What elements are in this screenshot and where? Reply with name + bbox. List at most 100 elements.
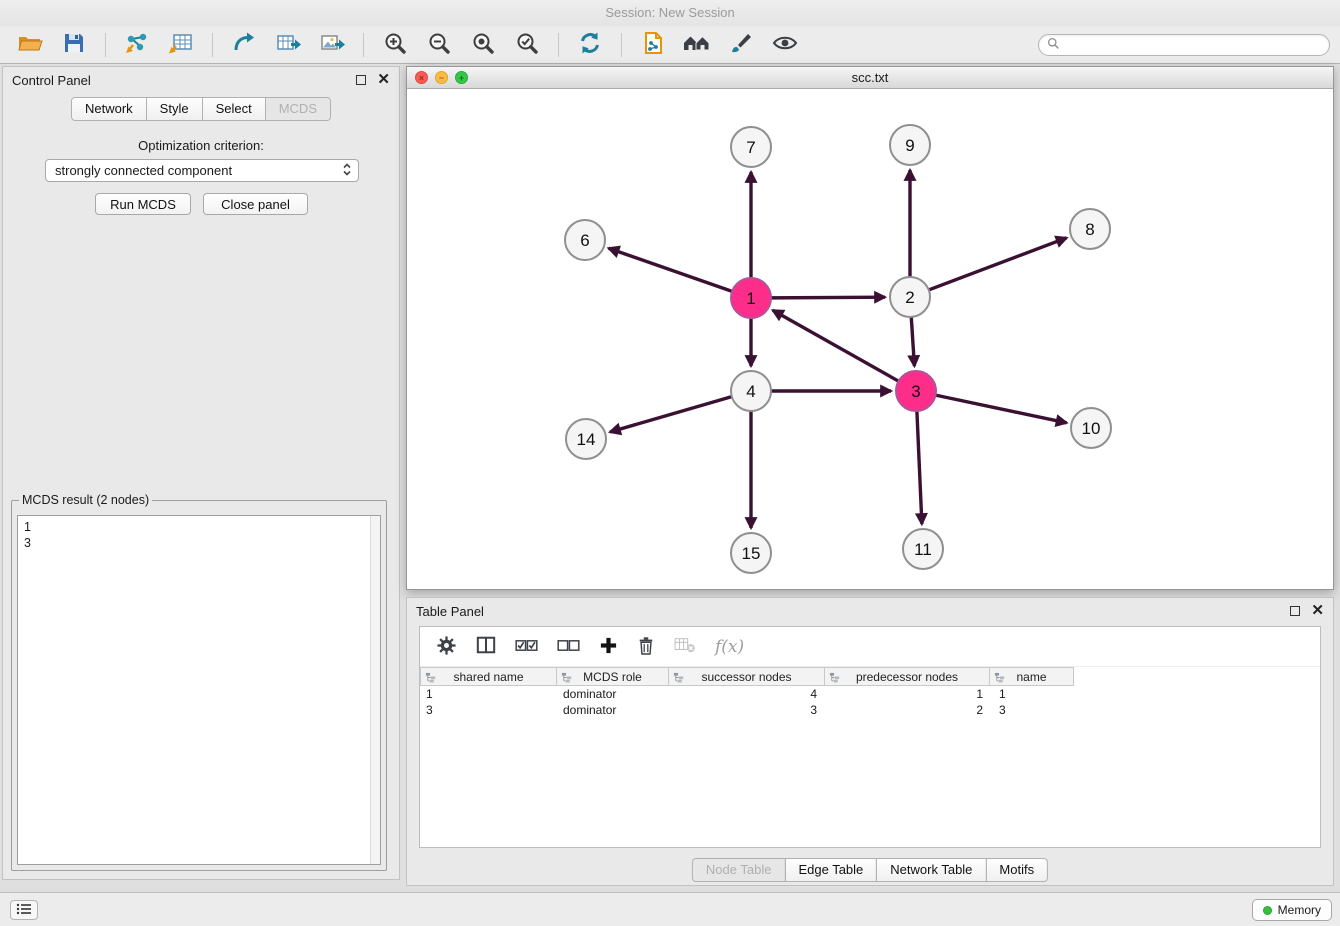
run-mcds-button[interactable]: Run MCDS — [95, 193, 191, 215]
column-header-name[interactable]: name — [989, 667, 1074, 686]
control-panel-title: Control Panel — [12, 73, 91, 88]
tab-network-table[interactable]: Network Table — [876, 858, 986, 882]
table-row[interactable]: 3dominator323 — [420, 702, 1320, 718]
table-cell[interactable]: 1 — [420, 686, 557, 702]
zoom-fit-button[interactable] — [463, 29, 503, 61]
close-panel-button[interactable]: Close panel — [203, 193, 308, 215]
open-file-button[interactable] — [10, 29, 50, 61]
graph-node-10[interactable]: 10 — [1071, 408, 1111, 448]
graph-node-15[interactable]: 15 — [731, 533, 771, 573]
network-document-button[interactable] — [633, 29, 673, 61]
close-panel-icon[interactable]: ✕ — [377, 74, 390, 86]
table-cell[interactable]: 2 — [827, 702, 993, 718]
tab-motifs[interactable]: Motifs — [985, 858, 1048, 882]
function-builder-button[interactable]: f(x) — [715, 637, 744, 657]
minimize-window-icon[interactable]: − — [435, 71, 448, 84]
tab-edge-table[interactable]: Edge Table — [784, 858, 877, 882]
save-icon — [62, 31, 86, 58]
select-all-columns-button[interactable] — [515, 638, 538, 656]
edge-1-2[interactable] — [771, 297, 885, 298]
float-panel-icon[interactable] — [356, 75, 366, 85]
houses-icon — [682, 31, 712, 58]
new-network-from-selection-button[interactable] — [224, 29, 264, 61]
delete-table-button[interactable] — [674, 636, 696, 657]
table-cell[interactable]: 4 — [670, 686, 827, 702]
graph-node-4[interactable]: 4 — [731, 371, 771, 411]
graph-node-14[interactable]: 14 — [566, 419, 606, 459]
edge-3-1[interactable] — [773, 310, 899, 381]
network-view-window: × − + scc.txt 7 9 6 8 1 2 4 3 14 10 15 11 — [406, 66, 1334, 590]
table-cell[interactable]: 3 — [420, 702, 557, 718]
refresh-layout-button[interactable] — [570, 29, 610, 61]
settings-gear-button[interactable] — [436, 635, 457, 659]
edge-4-14[interactable] — [610, 397, 732, 432]
show-panels-button[interactable] — [10, 900, 38, 920]
edge-2-3[interactable] — [911, 317, 914, 366]
close-window-icon[interactable]: × — [415, 71, 428, 84]
export-image-button[interactable] — [312, 29, 352, 61]
edge-1-6[interactable] — [609, 248, 733, 291]
column-header-predecessor-nodes[interactable]: predecessor nodes — [824, 667, 990, 686]
show-details-button[interactable] — [765, 29, 805, 61]
control-panel-tabs: NetworkStyleSelectMCDS — [3, 97, 399, 121]
table-cell[interactable]: 3 — [993, 702, 1078, 718]
tab-network[interactable]: Network — [71, 97, 147, 121]
zoom-window-icon[interactable]: + — [455, 71, 468, 84]
edge-2-8[interactable] — [929, 238, 1067, 290]
zoom-out-button[interactable] — [419, 29, 459, 61]
optimization-dropdown[interactable]: strongly connected component — [45, 159, 359, 182]
tab-node-table[interactable]: Node Table — [692, 858, 786, 882]
edge-3-11[interactable] — [917, 411, 922, 524]
svg-text:14: 14 — [577, 430, 596, 449]
graph-node-3[interactable]: 3 — [896, 371, 936, 411]
memory-button[interactable]: Memory — [1252, 899, 1332, 921]
network-canvas[interactable]: 7 9 6 8 1 2 4 3 14 10 15 11 — [407, 89, 1333, 589]
close-table-panel-icon[interactable]: ✕ — [1311, 605, 1324, 617]
zoom-in-button[interactable] — [375, 29, 415, 61]
graph-node-11[interactable]: 11 — [903, 529, 943, 569]
graph-node-2[interactable]: 2 — [890, 277, 930, 317]
column-header-label: predecessor nodes — [856, 670, 958, 684]
svg-text:4: 4 — [746, 382, 755, 401]
table-cell[interactable]: dominator — [557, 686, 670, 702]
tab-select[interactable]: Select — [202, 97, 266, 121]
show-columns-button[interactable] — [476, 635, 496, 658]
tab-mcds[interactable]: MCDS — [265, 97, 331, 121]
save-session-button[interactable] — [54, 29, 94, 61]
float-table-panel-icon[interactable] — [1290, 606, 1300, 616]
add-column-button[interactable] — [599, 636, 618, 658]
result-scrollbar[interactable] — [370, 516, 380, 864]
graph-node-8[interactable]: 8 — [1070, 209, 1110, 249]
table-row[interactable]: 1dominator411 — [420, 686, 1320, 702]
column-header-successor-nodes[interactable]: successor nodes — [668, 667, 825, 686]
network-window-titlebar[interactable]: × − + scc.txt — [407, 67, 1333, 89]
style-brush-button[interactable] — [721, 29, 761, 61]
graph-node-9[interactable]: 9 — [890, 125, 930, 165]
deselect-all-columns-button[interactable] — [557, 638, 580, 656]
search-input[interactable] — [1065, 38, 1321, 52]
table-cell[interactable]: 1 — [993, 686, 1078, 702]
home-views-button[interactable] — [677, 29, 717, 61]
table-cell[interactable]: 1 — [827, 686, 993, 702]
delete-columns-button[interactable] — [637, 635, 655, 658]
refresh-icon — [578, 31, 602, 58]
window-title: Session: New Session — [605, 5, 734, 20]
sort-icon — [673, 672, 684, 686]
column-header-shared-name[interactable]: shared name — [420, 667, 557, 686]
graph-node-1[interactable]: 1 — [731, 278, 771, 318]
export-table-button[interactable] — [268, 29, 308, 61]
graph-node-6[interactable]: 6 — [565, 220, 605, 260]
table-cell[interactable]: dominator — [557, 702, 670, 718]
tab-style[interactable]: Style — [146, 97, 203, 121]
import-table-button[interactable] — [161, 29, 201, 61]
graph-node-7[interactable]: 7 — [731, 127, 771, 167]
sort-icon — [994, 672, 1005, 686]
zoom-selected-button[interactable] — [507, 29, 547, 61]
table-cell[interactable]: 3 — [670, 702, 827, 718]
checked-boxes-icon — [515, 638, 538, 656]
toolbar-separator — [212, 33, 213, 57]
import-network-button[interactable] — [117, 29, 157, 61]
toolbar-separator — [105, 33, 106, 57]
column-header-MCDS-role[interactable]: MCDS role — [556, 667, 669, 686]
edge-3-10[interactable] — [936, 395, 1067, 423]
